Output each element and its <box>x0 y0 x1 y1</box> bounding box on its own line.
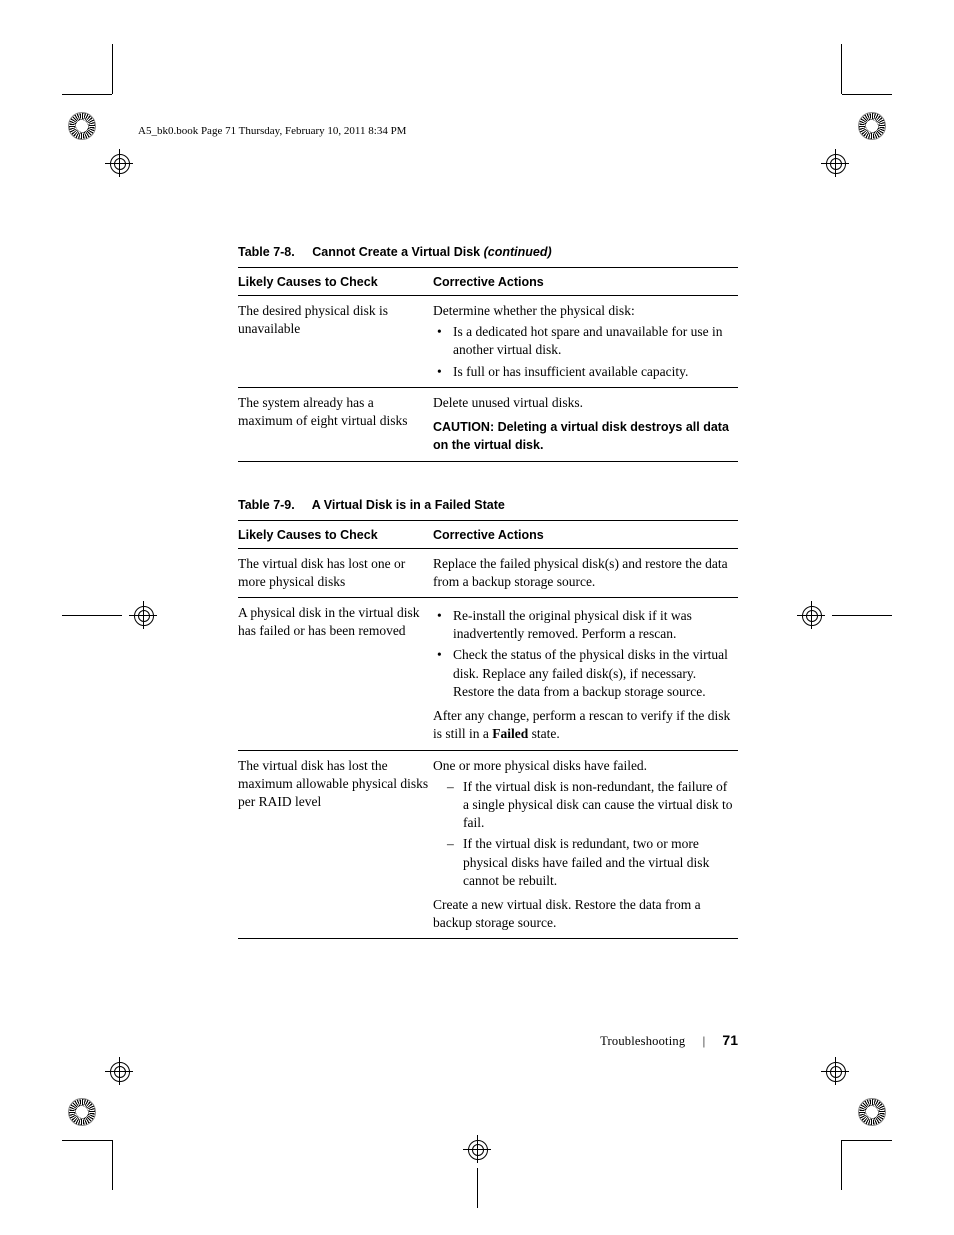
dash-item: –If the virtual disk is redundant, two o… <box>433 835 734 890</box>
registration-mark-icon <box>108 152 130 174</box>
action-lead: One or more physical disks have failed. <box>433 757 734 775</box>
registration-knurl-icon <box>858 112 886 140</box>
table-row: The virtual disk has lost one or more ph… <box>238 548 738 597</box>
crop-mark <box>841 1140 842 1190</box>
crop-mark <box>832 615 892 616</box>
crop-mark <box>112 1140 113 1190</box>
cell-action: Determine whether the physical disk: •Is… <box>433 296 738 388</box>
table-title: A Virtual Disk is in a Failed State <box>312 498 505 512</box>
registration-mark-icon <box>466 1138 488 1160</box>
cell-cause: The system already has a maximum of eigh… <box>238 387 433 461</box>
table-title: Cannot Create a Virtual Disk <box>312 245 480 259</box>
registration-knurl-icon <box>68 1098 96 1126</box>
registration-mark-icon <box>108 1060 130 1082</box>
col-header-actions: Corrective Actions <box>433 268 738 296</box>
crop-mark <box>842 1140 892 1141</box>
cell-cause: The desired physical disk is unavailable <box>238 296 433 388</box>
col-header-actions: Corrective Actions <box>433 520 738 548</box>
table-continued: (continued) <box>484 245 552 259</box>
cell-action: •Re-install the original physical disk i… <box>433 597 738 750</box>
action-lead: Determine whether the physical disk: <box>433 302 734 320</box>
col-header-causes: Likely Causes to Check <box>238 268 433 296</box>
registration-mark-icon <box>824 1060 846 1082</box>
cell-cause: A physical disk in the virtual disk has … <box>238 597 433 750</box>
crop-mark <box>841 44 842 94</box>
table-number: Table 7-8. <box>238 245 295 259</box>
cell-cause: The virtual disk has lost one or more ph… <box>238 548 433 597</box>
cell-cause: The virtual disk has lost the maximum al… <box>238 750 433 939</box>
table-7-9-caption: Table 7-9. A Virtual Disk is in a Failed… <box>238 498 738 512</box>
bullet-item: •Is a dedicated hot spare and unavailabl… <box>433 323 734 359</box>
page-content: Table 7-8. Cannot Create a Virtual Disk … <box>238 245 738 939</box>
registration-knurl-icon <box>68 112 96 140</box>
table-7-9: Likely Causes to Check Corrective Action… <box>238 520 738 940</box>
cell-action: Delete unused virtual disks. CAUTION: De… <box>433 387 738 461</box>
crop-mark <box>842 94 892 95</box>
crop-mark <box>62 94 112 95</box>
table-row: The virtual disk has lost the maximum al… <box>238 750 738 939</box>
table-row: A physical disk in the virtual disk has … <box>238 597 738 750</box>
table-number: Table 7-9. <box>238 498 295 512</box>
bullet-item: •Check the status of the physical disks … <box>433 646 734 701</box>
bullet-item: •Is full or has insufficient available c… <box>433 363 734 381</box>
footer-separator: | <box>703 1033 706 1048</box>
table-row: The system already has a maximum of eigh… <box>238 387 738 461</box>
crop-mark <box>477 1168 478 1208</box>
crop-mark <box>62 615 122 616</box>
after-text: After any change, perform a rescan to ve… <box>433 707 734 743</box>
caution-label: CAUTION: <box>433 420 498 434</box>
crop-mark <box>112 44 113 94</box>
table-row: The desired physical disk is unavailable… <box>238 296 738 388</box>
bullet-item: •Re-install the original physical disk i… <box>433 607 734 643</box>
page-footer: Troubleshooting | 71 <box>600 1032 738 1049</box>
registration-knurl-icon <box>858 1098 886 1126</box>
registration-mark-icon <box>824 152 846 174</box>
footer-page-number: 71 <box>722 1032 738 1048</box>
table-7-8: Likely Causes to Check Corrective Action… <box>238 267 738 462</box>
cell-action: Replace the failed physical disk(s) and … <box>433 548 738 597</box>
registration-mark-icon <box>800 604 822 626</box>
caution-line: CAUTION: Deleting a virtual disk destroy… <box>433 418 734 454</box>
after-text: Create a new virtual disk. Restore the d… <box>433 896 734 932</box>
footer-section: Troubleshooting <box>600 1034 685 1048</box>
action-lead: Delete unused virtual disks. <box>433 394 734 412</box>
running-header: A5_bk0.book Page 71 Thursday, February 1… <box>138 125 406 137</box>
cell-action: One or more physical disks have failed. … <box>433 750 738 939</box>
dash-item: –If the virtual disk is non-redundant, t… <box>433 778 734 833</box>
col-header-causes: Likely Causes to Check <box>238 520 433 548</box>
table-7-8-caption: Table 7-8. Cannot Create a Virtual Disk … <box>238 245 738 259</box>
registration-mark-icon <box>132 604 154 626</box>
crop-mark <box>62 1140 112 1141</box>
